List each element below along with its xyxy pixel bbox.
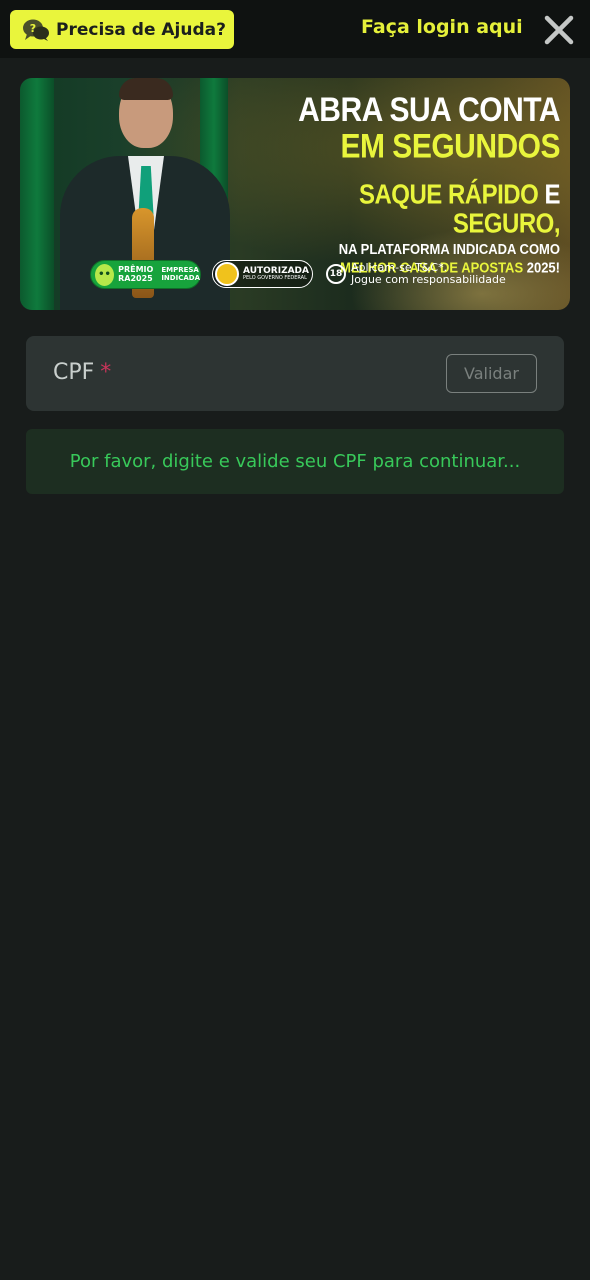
premio-badge: •• PRÊMIO RA2025 EMPRESA INDICADA	[90, 260, 201, 289]
headline-line-3-a: SAQUE RÁPIDO	[358, 179, 539, 211]
headline-line-4: NA PLATAFORMA INDICADA COMO	[338, 240, 560, 259]
cpf-label: CPF *	[53, 360, 111, 385]
premio-prefix: RA	[118, 273, 131, 283]
premio-text: PRÊMIO RA2025	[118, 265, 153, 283]
chat-help-icon: ?	[23, 19, 49, 41]
validate-button[interactable]: Validar	[446, 354, 537, 393]
premio-year-row: RA2025	[118, 273, 153, 283]
required-mark: *	[100, 360, 112, 385]
premio-year: 2025	[130, 273, 153, 283]
close-icon[interactable]	[543, 14, 575, 46]
banner-person-hair	[119, 78, 173, 100]
terms-text: Aplicam-se T&C*. Jogue com responsabilid…	[351, 262, 506, 285]
age-18-icon: 18	[326, 263, 346, 284]
banner-curtain	[20, 78, 54, 310]
autorizada-badge: AUTORIZADA PELO GOVERNO FEDERAL	[212, 260, 313, 288]
terms-line-1: Aplicam-se T&C*.	[351, 261, 448, 274]
headline-line-3-b: E	[538, 179, 560, 211]
autorizada-sub: PELO GOVERNO FEDERAL	[243, 275, 307, 281]
headline-line-2: EM SEGUNDOS	[340, 127, 560, 166]
banner-headline: ABRA SUA CONTA EM SEGUNDOS SAQUE RÁPIDO …	[270, 92, 560, 276]
empresa-text: EMPRESA INDICADA	[161, 266, 200, 282]
login-link[interactable]: Faça login aqui	[361, 16, 523, 38]
promo-banner[interactable]: ABRA SUA CONTA EM SEGUNDOS SAQUE RÁPIDO …	[20, 78, 570, 310]
headline-line-3: SAQUE RÁPIDO E SEGURO,	[270, 179, 561, 240]
svg-text:?: ?	[30, 22, 36, 35]
age-restriction: 18 Aplicam-se T&C*. Jogue com responsabi…	[326, 262, 506, 285]
help-button[interactable]: ? Precisa de Ajuda?	[10, 10, 234, 49]
headline-line-1: ABRA SUA CONTA	[298, 90, 560, 129]
headline-line-3-c: SEGURO,	[452, 208, 561, 240]
terms-line-2: Jogue com responsabilidade	[351, 272, 506, 286]
smiley-icon: ••	[95, 263, 115, 286]
help-button-label: Precisa de Ajuda?	[56, 19, 226, 40]
indicada-label: INDICADA	[161, 273, 200, 282]
cpf-label-text: CPF	[53, 360, 95, 385]
cpf-notice: Por favor, digite e valide seu CPF para …	[26, 429, 564, 494]
cpf-field[interactable]: CPF * Validar	[26, 336, 564, 411]
headline-line-5-b: 2025!	[523, 258, 560, 277]
top-bar: ? Precisa de Ajuda? Faça login aqui	[0, 0, 590, 58]
autorizada-text: AUTORIZADA PELO GOVERNO FEDERAL	[243, 267, 309, 281]
shield-icon	[215, 262, 239, 286]
